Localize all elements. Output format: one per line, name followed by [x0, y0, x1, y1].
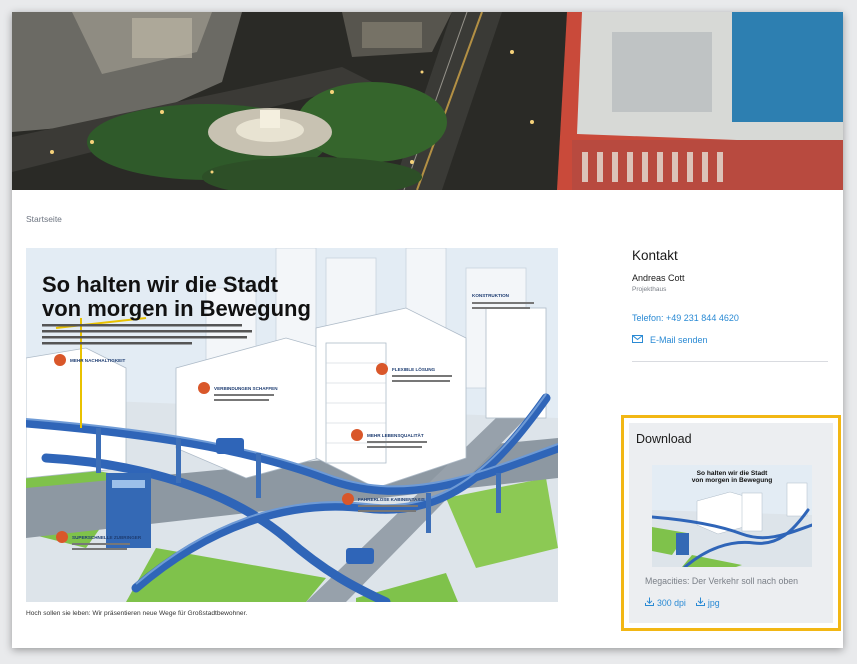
hero-image — [12, 12, 843, 190]
callout-mehr-lebensqualitaet: MEHR LEBENSQUALITÄT — [367, 432, 424, 438]
contact-divider — [632, 361, 828, 362]
thumbnail-headline-line2: von morgen in Bewegung — [692, 477, 773, 484]
download-300dpi-label: 300 dpi — [657, 597, 686, 608]
page: Startseite So halten wir die Stadt von m… — [12, 12, 843, 648]
download-icon — [695, 597, 705, 608]
download-heading: Download — [636, 432, 692, 446]
illustration-caption: Hoch sollen sie leben: Wir präsentieren … — [26, 610, 248, 617]
illustration-headline-line2: von morgen in Bewegung — [42, 296, 311, 321]
callout-flexible-loesung: FLEXIBLE LÖSUNG — [392, 366, 436, 372]
callout-konstruktion: KONSTRUKTION — [472, 293, 510, 298]
download-section: Download So halten wir die Stadt von mor… — [629, 423, 833, 623]
email-link-label: E-Mail senden — [650, 335, 708, 345]
callout-superschnelle-zubringer: SUPERSCHNELLE ZUBRINGER — [72, 535, 142, 540]
download-300dpi-link[interactable]: 300 dpi — [645, 597, 686, 608]
callout-fahrerlose-kabinentaxis: FAHRERLOSE KABINENTAXIS — [358, 497, 425, 502]
contact-role: Projekthaus — [632, 286, 667, 293]
breadcrumb-home-link[interactable]: Startseite — [26, 214, 62, 224]
contact-section: Kontakt Andreas Cott Projekthaus Telefon… — [632, 248, 828, 362]
download-title: Megacities: Der Verkehr soll nach oben — [645, 576, 799, 586]
illustration-headline-line1: So halten wir die Stadt — [42, 272, 279, 297]
mail-icon — [632, 335, 643, 345]
download-highlight-frame: Download So halten wir die Stadt von mor… — [621, 415, 841, 631]
contact-heading: Kontakt — [632, 248, 678, 263]
callout-mehr-nachhaltigkeit: MEHR NACHHALTIGKEIT — [70, 358, 125, 363]
contact-name: Andreas Cott — [632, 273, 685, 283]
callout-verbindungen-schaffen: VERBINDUNGEN SCHAFFEN — [214, 386, 278, 391]
download-icon — [645, 597, 654, 608]
article-illustration: So halten wir die Stadt von morgen in Be… — [26, 248, 558, 602]
thumbnail-headline-line1: So halten wir die Stadt — [697, 470, 769, 477]
download-thumbnail[interactable]: So halten wir die Stadt von morgen in Be… — [652, 465, 812, 567]
contact-phone-link[interactable]: Telefon: +49 231 844 4620 — [632, 313, 828, 323]
download-jpg-link[interactable]: jpg — [695, 597, 720, 608]
download-jpg-label: jpg — [707, 597, 720, 608]
email-link[interactable]: E-Mail senden — [632, 335, 828, 345]
download-links: 300 dpi jpg — [645, 597, 720, 608]
